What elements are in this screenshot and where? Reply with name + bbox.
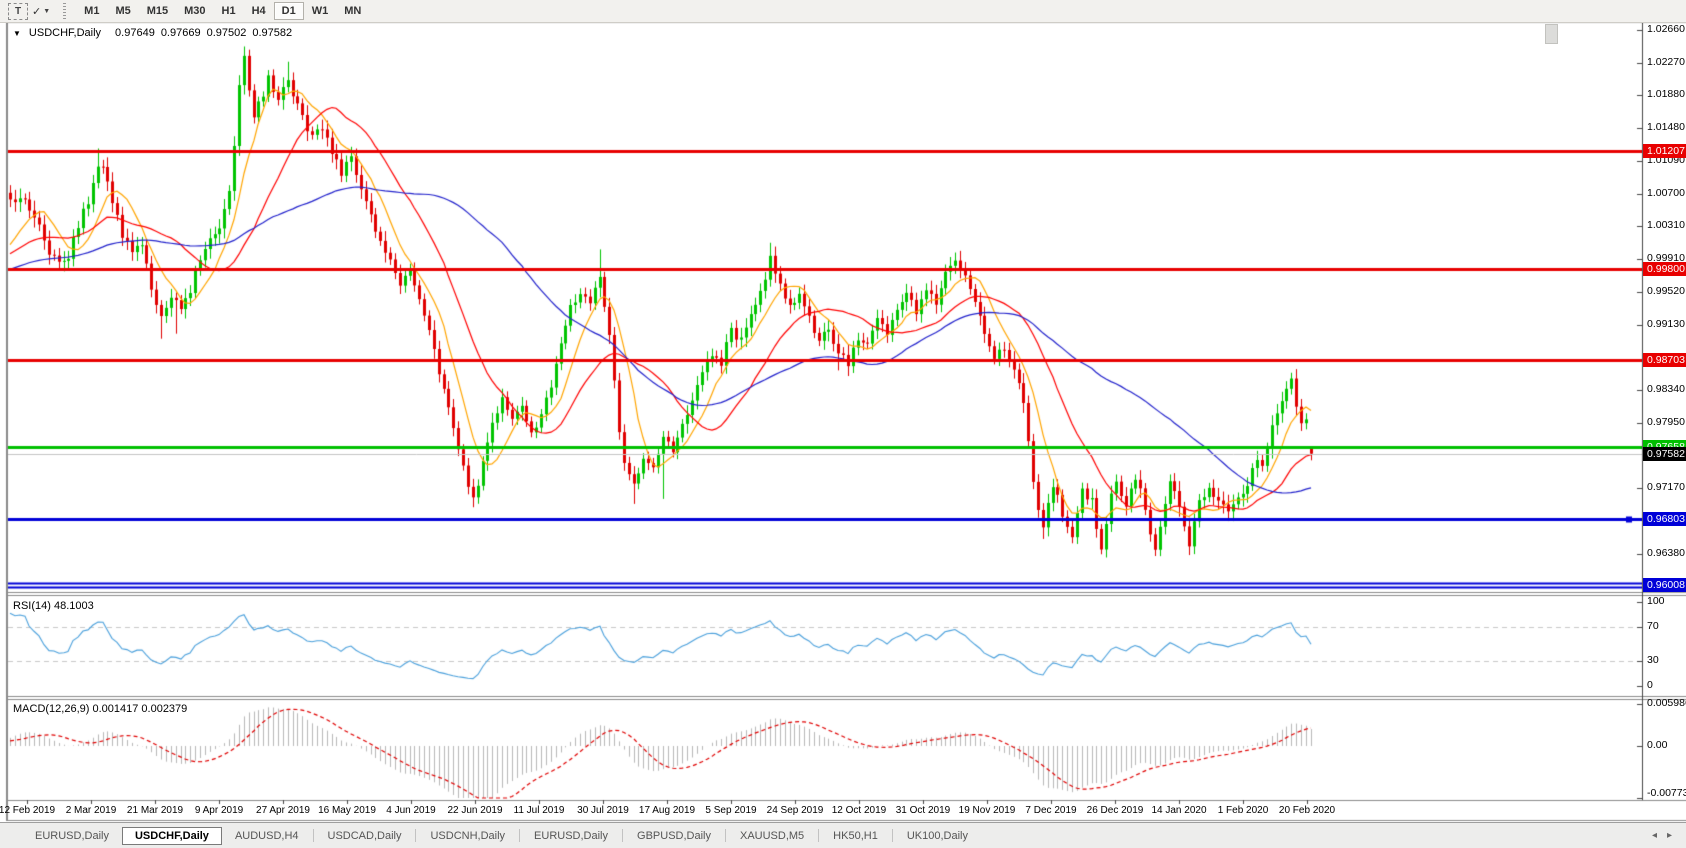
chart-tab-bar: EURUSD,Daily USDCHF,Daily AUDUSD,H4 USDCAD,… xyxy=(0,822,1686,848)
date-axis-label: 20 Feb 2020 xyxy=(1278,805,1336,816)
price-axis-tick: 1.02270 xyxy=(1647,55,1685,68)
toolbar-grip xyxy=(63,3,67,19)
tab-scroll-left-icon[interactable]: ◂ xyxy=(1652,830,1657,841)
price-axis-tick: 1.00310 xyxy=(1647,219,1685,232)
price-level-badge: 0.96008 xyxy=(1643,577,1686,592)
macd-axis-tick: 0.00 xyxy=(1647,739,1668,751)
rsi-axis-tick: 30 xyxy=(1647,653,1659,666)
tab-divider xyxy=(519,829,521,842)
timeframe-button-m5[interactable]: M5 xyxy=(107,2,138,20)
rsi-axis-tick: 70 xyxy=(1647,620,1659,633)
chart-tab-hk50-h1[interactable]: HK50,H1 xyxy=(820,827,891,845)
rsi-indicator-label: RSI(14) 48.1003 xyxy=(13,600,94,612)
price-axis-tick: 1.00700 xyxy=(1647,186,1685,199)
chevron-down-icon: ▼ xyxy=(13,28,21,38)
timeframe-button-h1[interactable]: H1 xyxy=(214,2,244,20)
price-axis-tick: 1.02660 xyxy=(1647,23,1685,35)
tab-divider xyxy=(818,829,820,842)
chevron-down-icon: ▼ xyxy=(43,7,51,15)
timeframe-button-mn[interactable]: MN xyxy=(336,2,369,20)
chart-tab-audusd-h4[interactable]: AUDUSD,H4 xyxy=(222,827,312,845)
timeframe-button-d1[interactable]: D1 xyxy=(273,2,304,20)
ohlc-high: 0.97669 xyxy=(160,27,201,39)
tab-divider xyxy=(891,829,893,842)
macd-axis-tick: -0.007737 xyxy=(1647,787,1686,799)
timeframe-button-m1[interactable]: M1 xyxy=(76,2,107,20)
check-icon: ✓ xyxy=(32,5,42,18)
price-axis-tick: 0.99130 xyxy=(1647,317,1685,330)
macd-axis-tick: 0.005986 xyxy=(1647,697,1686,710)
scrollbar-thumb[interactable] xyxy=(1545,24,1558,44)
rsi-axis-tick: 100 xyxy=(1647,595,1665,607)
text-template-tool-icon[interactable]: T xyxy=(8,2,28,20)
chart-tab-eurusd-daily[interactable]: EURUSD,Daily xyxy=(22,827,122,845)
chart-tab-usdchf-daily[interactable]: USDCHF,Daily xyxy=(121,826,222,845)
price-level-badge: 0.96803 xyxy=(1643,511,1686,526)
price-axis-tick: 0.96380 xyxy=(1647,546,1685,559)
macd-indicator-label: MACD(12,26,9) 0.001417 0.002379 xyxy=(13,703,188,715)
timeframe-buttons: M1 M5 M15 M30 H1 H4 D1 W1 MN xyxy=(76,2,369,20)
cycle-colors-tool[interactable]: ✓ ▼ xyxy=(32,2,50,20)
chart-tab-xauusd-m5[interactable]: XAUUSD,M5 xyxy=(727,827,817,845)
chart-tab-usdcnh-daily[interactable]: USDCNH,Daily xyxy=(417,827,518,845)
tab-scroll-right-icon[interactable]: ▸ xyxy=(1667,830,1672,841)
ohlc-close: 0.97582 xyxy=(252,27,293,39)
price-axis-tick: 0.97950 xyxy=(1647,415,1685,428)
timeframe-button-h4[interactable]: H4 xyxy=(244,2,274,20)
chart-title[interactable]: ▼ USDCHF,Daily 0.97649 0.97669 0.97502 0… xyxy=(13,27,292,39)
mt4-terminal: { "toolbar": { "text_tool_glyph": "T", "… xyxy=(0,0,1686,848)
price-axis-tick: 1.01880 xyxy=(1647,88,1685,101)
price-axis-tick: 1.01480 xyxy=(1647,121,1685,134)
timeframe-button-m15[interactable]: M15 xyxy=(139,2,176,20)
price-level-badge: 1.01207 xyxy=(1643,144,1686,159)
top-toolbar: T ✓ ▼ M1 M5 M15 M30 H1 H4 D1 W1 MN xyxy=(0,0,1686,23)
chart-tab-usdcad-daily[interactable]: USDCAD,Daily xyxy=(315,827,415,845)
price-level-badge: 0.99800 xyxy=(1643,261,1686,276)
chart-tab-uk100-daily[interactable]: UK100,Daily xyxy=(894,827,981,845)
timeframe-button-m30[interactable]: M30 xyxy=(176,2,213,20)
price-axis-tick: 0.97170 xyxy=(1647,481,1685,494)
price-axis-tick: 0.98340 xyxy=(1647,383,1685,396)
chart-canvas[interactable] xyxy=(0,0,1686,847)
symbol-name: USDCHF,Daily xyxy=(28,27,102,39)
chart-tab-eurusd-daily[interactable]: EURUSD,Daily xyxy=(521,827,621,845)
price-level-badge: 0.98703 xyxy=(1643,353,1686,368)
chart-tab-gbpusd-daily[interactable]: GBPUSD,Daily xyxy=(624,827,724,845)
ohlc-open: 0.97649 xyxy=(115,27,155,39)
tab-divider xyxy=(724,829,726,842)
price-axis-tick: 0.99520 xyxy=(1647,284,1685,297)
ohlc-low: 0.97502 xyxy=(206,27,247,39)
timeframe-button-w1[interactable]: W1 xyxy=(304,2,337,20)
tab-divider xyxy=(415,829,417,842)
tab-divider xyxy=(622,829,624,842)
price-level-badge: 0.97582 xyxy=(1643,446,1686,461)
tab-divider xyxy=(312,829,314,842)
rsi-axis-tick: 0 xyxy=(1647,679,1653,691)
